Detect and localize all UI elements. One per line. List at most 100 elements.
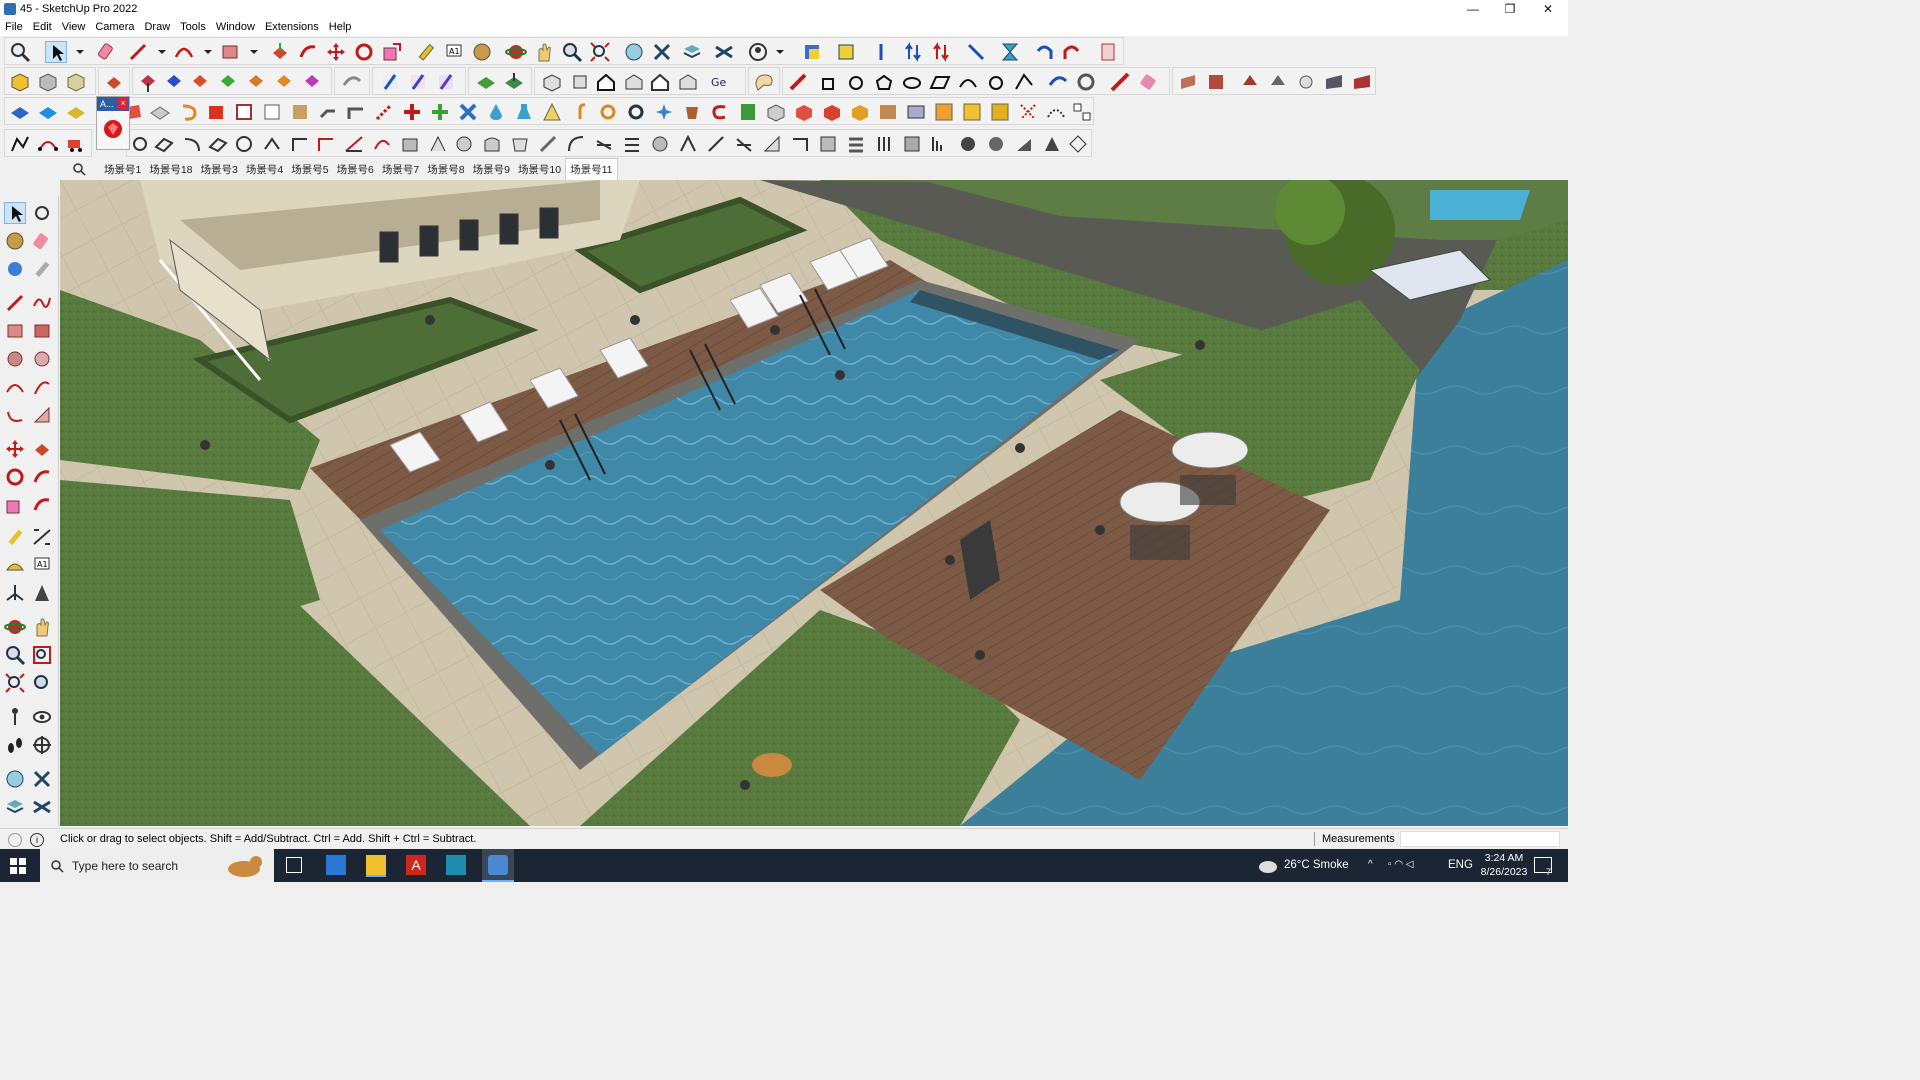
- select-icon[interactable]: [4, 202, 26, 224]
- shape-blue-icon[interactable]: [1047, 71, 1069, 93]
- scene-tab[interactable]: 场景号9: [469, 159, 514, 180]
- scene-tab-active[interactable]: 场景号11: [565, 158, 618, 180]
- pan-icon[interactable]: [533, 41, 555, 63]
- menu-view[interactable]: View: [57, 19, 91, 35]
- windows-start-icon[interactable]: [10, 858, 26, 874]
- terrain-icon[interactable]: [475, 71, 497, 93]
- protractor-icon[interactable]: [4, 554, 26, 576]
- arc-icon[interactable]: [173, 41, 195, 63]
- close-button[interactable]: ✕: [1530, 0, 1566, 19]
- chevron-down-icon[interactable]: [151, 41, 166, 63]
- chevron-down-icon[interactable]: [769, 41, 784, 63]
- menu-camera[interactable]: Camera: [90, 19, 139, 35]
- cube-a-icon[interactable]: [765, 101, 787, 123]
- section-plane-icon[interactable]: [31, 734, 53, 756]
- extra-c-icon[interactable]: [1239, 71, 1261, 93]
- scene-search-icon[interactable]: [72, 162, 86, 176]
- face-blue2-icon[interactable]: [37, 101, 59, 123]
- arrows-up-down-icon[interactable]: [903, 41, 925, 63]
- scenes-icon[interactable]: [713, 41, 735, 63]
- drop-icon[interactable]: [485, 101, 507, 123]
- cube-b-icon[interactable]: [793, 101, 815, 123]
- shape-r4-14-icon[interactable]: [481, 133, 503, 155]
- scene-tab[interactable]: 场景号18: [145, 159, 196, 180]
- scale-icon[interactable]: [381, 41, 403, 63]
- arc-3pt-icon[interactable]: [4, 404, 26, 426]
- shape-r4-21-icon[interactable]: [677, 133, 699, 155]
- arrow-v-icon[interactable]: [217, 71, 239, 93]
- sketchup-taskbar-icon[interactable]: [482, 849, 514, 882]
- shape-r4-11-icon[interactable]: [399, 133, 421, 155]
- taskbar-search-box[interactable]: Type here to search: [40, 849, 274, 882]
- components-icon[interactable]: [623, 41, 645, 63]
- layers-icon[interactable]: [681, 41, 703, 63]
- bezier-icon[interactable]: [37, 133, 59, 155]
- orbit-icon[interactable]: [4, 616, 26, 638]
- clock-date[interactable]: 8/26/2023: [1478, 866, 1530, 878]
- layers-panel-icon[interactable]: [4, 796, 26, 818]
- shape-r4-5-icon[interactable]: [233, 133, 255, 155]
- shape-r4-9-icon[interactable]: [343, 133, 365, 155]
- redo-icon[interactable]: [1061, 41, 1083, 63]
- rectangle-icon[interactable]: [219, 41, 241, 63]
- extra-e-icon[interactable]: [1295, 71, 1317, 93]
- scene-tab[interactable]: 场景号4: [242, 159, 287, 180]
- zoom-extents-icon[interactable]: [4, 672, 26, 694]
- bucket-icon[interactable]: [681, 101, 703, 123]
- tray-icons[interactable]: ▫ ◠ ◁: [1388, 859, 1414, 870]
- star-blue-icon[interactable]: [653, 101, 675, 123]
- comment-icon[interactable]: [753, 71, 775, 93]
- corner-icon[interactable]: [345, 101, 367, 123]
- menu-tools[interactable]: Tools: [175, 19, 211, 35]
- home-icon[interactable]: [595, 71, 617, 93]
- dots-red-icon[interactable]: [373, 101, 395, 123]
- square-red-icon[interactable]: [205, 101, 227, 123]
- shape-gear-icon[interactable]: [1075, 71, 1097, 93]
- push-pull-icon[interactable]: [31, 438, 53, 460]
- eraser-icon[interactable]: [31, 230, 53, 252]
- shape-arc-icon[interactable]: [957, 71, 979, 93]
- shape-r4-34-icon[interactable]: [1041, 133, 1063, 155]
- floating-panel-close[interactable]: ×: [118, 97, 128, 109]
- position-camera-icon[interactable]: [4, 706, 26, 728]
- text-icon[interactable]: A1: [443, 41, 465, 63]
- shape-r4-15-icon[interactable]: [509, 133, 531, 155]
- task-view-icon[interactable]: [286, 857, 302, 873]
- shape-r4-6-icon[interactable]: [261, 133, 283, 155]
- doc-icon[interactable]: [261, 101, 283, 123]
- paint-icon[interactable]: [471, 41, 493, 63]
- shape-spline-icon[interactable]: [1013, 71, 1035, 93]
- orbit-icon[interactable]: [505, 41, 527, 63]
- minimize-button[interactable]: —: [1455, 0, 1491, 19]
- menu-file[interactable]: File: [0, 19, 28, 35]
- shape-r4-33-icon[interactable]: [1013, 133, 1035, 155]
- shape-r4-20-icon[interactable]: [649, 133, 671, 155]
- cross-green-icon[interactable]: [429, 101, 451, 123]
- shape-r4-29-icon[interactable]: [901, 133, 923, 155]
- shape-r4-1-icon[interactable]: [129, 133, 151, 155]
- extra-b-icon[interactable]: [1205, 71, 1227, 93]
- arrow-n-icon[interactable]: [245, 71, 267, 93]
- file-explorer-icon[interactable]: [366, 855, 386, 877]
- arrows-red-icon[interactable]: [931, 41, 953, 63]
- move-icon[interactable]: [325, 41, 347, 63]
- arrow-down-blue-icon[interactable]: [163, 71, 185, 93]
- model-viewport[interactable]: [60, 180, 1568, 826]
- shape-r4-27-icon[interactable]: [845, 133, 867, 155]
- tiles-icon[interactable]: [1071, 101, 1093, 123]
- scene-tab[interactable]: 场景号5: [287, 159, 332, 180]
- geo-location-icon[interactable]: [8, 833, 22, 847]
- clock-time[interactable]: 3:24 AM: [1480, 852, 1528, 864]
- zoom-icon[interactable]: [4, 644, 26, 666]
- zoom-window-icon[interactable]: [31, 644, 53, 666]
- info-icon[interactable]: i: [30, 833, 44, 847]
- shape-r4-24-icon[interactable]: [761, 133, 783, 155]
- cube-c-icon[interactable]: [821, 101, 843, 123]
- truck-icon[interactable]: [65, 133, 87, 155]
- bend-orange-icon[interactable]: [177, 101, 199, 123]
- scenes-panel-icon[interactable]: [31, 796, 53, 818]
- rectangle-icon[interactable]: [4, 320, 26, 342]
- shape-r4-32-icon[interactable]: [985, 133, 1007, 155]
- pen-red-icon[interactable]: [787, 71, 809, 93]
- knot-icon[interactable]: [597, 101, 619, 123]
